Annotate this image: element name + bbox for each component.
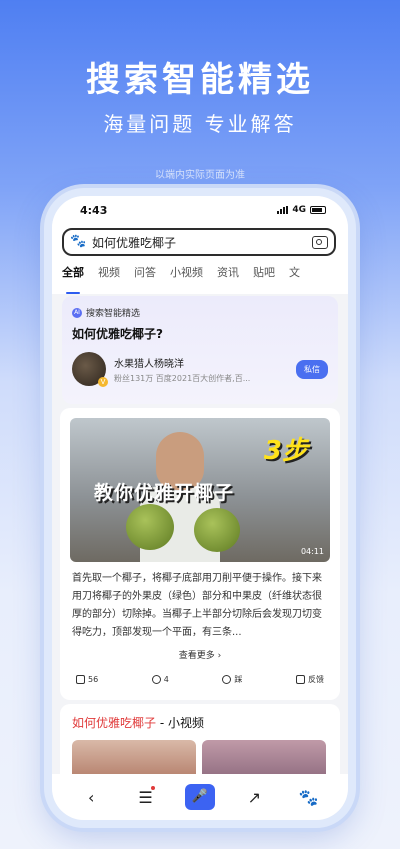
store-screenshot: 搜索智能精选 海量问题 专业解答 以端内实际页面为准 4:43 4G 🐾 如何优… xyxy=(0,0,400,849)
hero-subtitle: 海量问题 专业解答 xyxy=(103,112,297,136)
see-more-label: 查看更多 xyxy=(178,651,215,661)
tab-video[interactable]: 视频 xyxy=(98,264,120,288)
coconut-left xyxy=(126,504,174,550)
short-video-title[interactable]: 如何优雅吃椰子 - 小视频 xyxy=(72,714,204,731)
tab-all[interactable]: 全部 xyxy=(62,264,84,294)
battery-icon xyxy=(310,206,326,214)
short-video-thumb-2[interactable] xyxy=(202,740,326,774)
tab-short-video[interactable]: 小视频 xyxy=(170,264,203,288)
feedback-button[interactable]: 反馈 xyxy=(295,674,324,685)
tab-news[interactable]: 资讯 xyxy=(217,264,239,288)
video-thumbnail[interactable]: 3步 教你优雅开椰子 04:11 xyxy=(70,418,330,562)
dislike-button[interactable]: 踩 xyxy=(222,674,242,685)
thumb-up-icon xyxy=(151,675,161,684)
video-duration: 04:11 xyxy=(300,547,324,556)
author-row[interactable]: V 水果猎人杨晓洋 粉丝131万 百度2021百大创作者,百... 私信 xyxy=(72,352,328,387)
short-video-title-highlight: 如何优雅吃椰子 xyxy=(72,716,157,730)
status-bar: 4:43 4G xyxy=(52,196,348,224)
ai-selection-card: AI 搜索智能精选 如何优雅吃椰子? V 水果猎人杨晓洋 粉丝131万 百度20… xyxy=(62,296,338,404)
phone-mockup: 4:43 4G 🐾 全部 视频 问答 小视频 资讯 xyxy=(44,188,356,828)
tab-wenku[interactable]: 文 xyxy=(289,264,300,288)
article-text: 首先取一个椰子，将椰子底部用刀削平便于操作。接下来用刀将椰子的外果皮（绿色）部分… xyxy=(72,573,322,638)
hero-title: 搜索智能精选 xyxy=(86,60,314,100)
back-icon[interactable]: ‹ xyxy=(76,788,106,807)
short-video-title-suffix: - 小视频 xyxy=(156,716,204,730)
comment-icon xyxy=(76,675,85,684)
mic-button[interactable]: 🎤 xyxy=(184,784,215,810)
like-count: 4 xyxy=(163,675,169,684)
verified-icon: V xyxy=(98,377,108,387)
thumb-down-icon xyxy=(222,675,232,684)
menu-icon[interactable]: ☰ xyxy=(131,785,161,807)
bottom-nav: ‹ ☰ 🎤 ↗ 🐾 xyxy=(52,774,348,820)
message-button[interactable]: 私信 xyxy=(296,359,328,379)
search-input[interactable] xyxy=(90,234,312,250)
author-meta: 粉丝131万 百度2021百大创作者,百... xyxy=(114,373,251,383)
status-indicators: 4G xyxy=(277,205,326,215)
tab-qa[interactable]: 问答 xyxy=(134,264,156,288)
ai-question: 如何优雅吃椰子? xyxy=(72,327,163,341)
ai-label-text: 搜索智能精选 xyxy=(86,309,141,319)
menu-glyph: ☰ xyxy=(138,787,153,807)
ai-label: AI 搜索智能精选 xyxy=(72,306,328,319)
author-info: 水果猎人杨晓洋 粉丝131万 百度2021百大创作者,百... xyxy=(114,355,296,384)
comment-button[interactable]: 56 xyxy=(76,674,98,685)
paw-icon[interactable]: 🐾 xyxy=(294,788,324,807)
video-step-text: 3步 xyxy=(263,436,308,466)
signal-icon xyxy=(277,206,289,214)
notification-dot xyxy=(150,785,155,790)
chevron-right-icon: › xyxy=(217,651,222,661)
avatar[interactable]: V xyxy=(72,352,108,387)
feedback-label: 反馈 xyxy=(307,675,324,684)
dislike-label: 踩 xyxy=(234,675,243,684)
pencil-icon xyxy=(295,675,305,684)
comment-count: 56 xyxy=(88,675,99,684)
author-name[interactable]: 水果猎人杨晓洋 xyxy=(114,355,296,370)
short-video-section: 如何优雅吃椰子 - 小视频 xyxy=(60,704,340,774)
like-button[interactable]: 4 xyxy=(151,674,169,685)
phone-screen: 4:43 4G 🐾 全部 视频 问答 小视频 资讯 xyxy=(52,196,348,820)
ai-icon: AI xyxy=(72,307,82,318)
short-video-thumb-1[interactable] xyxy=(72,740,196,774)
action-row: 56 4 踩 反馈 xyxy=(76,674,324,685)
baidu-paw-icon: 🐾 xyxy=(70,234,87,249)
see-more-link[interactable]: 查看更多 › xyxy=(60,648,340,661)
video-caption: 教你优雅开椰子 xyxy=(94,482,235,504)
search-bar[interactable]: 🐾 xyxy=(62,228,336,256)
disclaimer: 以端内实际页面为准 xyxy=(155,170,245,181)
status-time: 4:43 xyxy=(80,203,108,217)
camera-icon[interactable] xyxy=(312,235,328,249)
answer-card: 3步 教你优雅开椰子 04:11 首先取一个椰子，将椰子底部用刀削平便于操作。接… xyxy=(60,408,340,700)
tab-tieba[interactable]: 贴吧 xyxy=(253,264,275,288)
network-label: 4G xyxy=(292,205,306,215)
search-header: 🐾 全部 视频 问答 小视频 资讯 贴吧 文 xyxy=(52,224,348,294)
coconut-right xyxy=(194,508,240,552)
result-tabs: 全部 视频 问答 小视频 资讯 贴吧 文 xyxy=(62,264,348,294)
share-icon[interactable]: ↗ xyxy=(239,788,269,807)
